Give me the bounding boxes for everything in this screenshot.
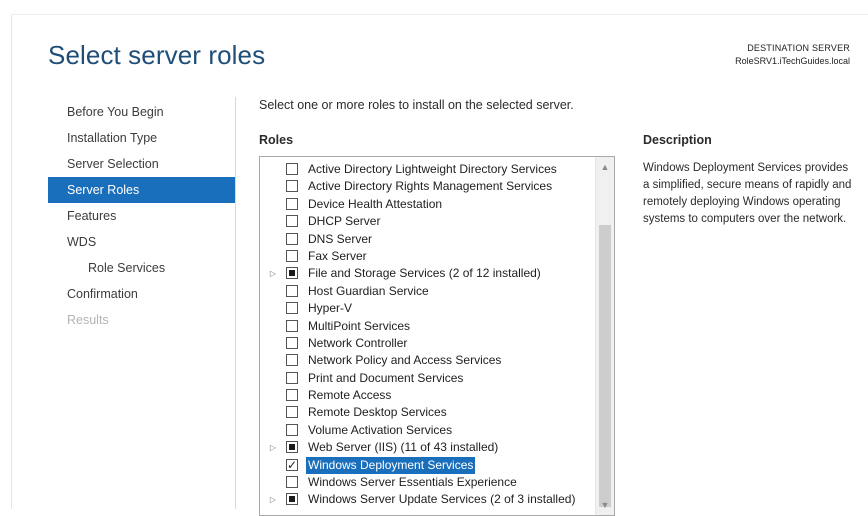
- role-label: Web Server (IIS) (11 of 43 installed): [308, 440, 499, 455]
- role-label: MultiPoint Services: [308, 318, 411, 333]
- role-row[interactable]: Network Policy and Access Services: [260, 352, 594, 369]
- role-label: Host Guardian Service: [308, 283, 429, 298]
- role-checkbox[interactable]: [286, 441, 298, 454]
- role-checkbox[interactable]: [286, 389, 298, 402]
- role-label: File and Storage Services (2 of 12 insta…: [308, 266, 541, 281]
- wizard-nav: Before You Begin Installation Type Server …: [48, 99, 235, 333]
- role-label: Remote Access: [308, 388, 392, 403]
- instruction-text: Select one or more roles to install on t…: [259, 98, 574, 112]
- window-top-border: [11, 14, 868, 15]
- nav-item-role-services[interactable]: Role Services: [48, 255, 235, 281]
- role-label: Hyper-V: [308, 301, 353, 316]
- nav-item-results: Results: [67, 313, 109, 327]
- checkmark-icon: ✓: [287, 457, 298, 472]
- role-row[interactable]: Volume Activation Services: [260, 422, 594, 439]
- nav-item-server-roles[interactable]: Server Roles: [48, 177, 235, 203]
- role-checkbox[interactable]: [286, 163, 298, 175]
- roles-listbox[interactable]: Active Directory Lightweight Directory S…: [259, 156, 615, 516]
- triangle-right-icon[interactable]: ▷: [268, 265, 278, 282]
- role-checkbox[interactable]: [286, 371, 298, 384]
- roles-list: Active Directory Lightweight Directory S…: [260, 161, 594, 509]
- role-row[interactable]: DHCP Server: [260, 213, 594, 230]
- destination-server-name: RoleSRV1.iTechGuides.local: [735, 56, 850, 66]
- role-row[interactable]: DNS Server: [260, 231, 594, 248]
- nav-item-server-selection[interactable]: Server Selection: [48, 151, 235, 177]
- role-checkbox[interactable]: [286, 197, 298, 210]
- role-checkbox[interactable]: ✓: [286, 457, 298, 472]
- role-checkbox[interactable]: [286, 476, 298, 489]
- destination-server-block: DESTINATION SERVER RoleSRV1.iTechGuides.…: [735, 42, 850, 68]
- role-row[interactable]: Device Health Attestation: [260, 196, 594, 213]
- nav-item-wds[interactable]: WDS: [48, 229, 235, 255]
- role-checkbox[interactable]: [286, 319, 298, 332]
- role-label: Windows Deployment Services: [306, 456, 476, 475]
- role-row[interactable]: Host Guardian Service: [260, 283, 594, 300]
- role-row[interactable]: Network Controller: [260, 335, 594, 352]
- role-checkbox[interactable]: [286, 302, 298, 315]
- role-row[interactable]: Windows Server Essentials Experience: [260, 474, 594, 491]
- window-left-border: [11, 14, 12, 509]
- role-checkbox[interactable]: [286, 423, 298, 436]
- nav-item-features[interactable]: Features: [48, 203, 235, 229]
- role-row[interactable]: Remote Desktop Services: [260, 404, 594, 421]
- role-label: Network Controller: [308, 335, 408, 350]
- role-checkbox[interactable]: [286, 336, 298, 349]
- description-text: Windows Deployment Services provides a s…: [643, 162, 852, 225]
- role-checkbox[interactable]: [286, 267, 298, 280]
- nav-divider: [235, 97, 236, 509]
- description-heading: Description: [643, 133, 712, 147]
- role-label: Active Directory Lightweight Directory S…: [308, 162, 557, 176]
- page-title: Select server roles: [48, 40, 266, 70]
- role-label: Print and Document Services: [308, 370, 464, 385]
- role-label: Fax Server: [308, 248, 367, 263]
- triangle-right-icon[interactable]: ▷: [268, 491, 278, 508]
- role-checkbox[interactable]: [286, 249, 298, 262]
- role-label: Volume Activation Services: [308, 422, 453, 437]
- role-label: Windows Server Essentials Experience: [308, 475, 517, 490]
- role-row[interactable]: Active Directory Lightweight Directory S…: [260, 161, 594, 178]
- destination-server-label: DESTINATION SERVER: [747, 43, 850, 53]
- role-row[interactable]: ✓ Windows Deployment Services: [260, 456, 594, 475]
- role-row[interactable]: ▷ File and Storage Services (2 of 12 inst…: [260, 265, 594, 282]
- role-checkbox[interactable]: [286, 354, 298, 367]
- role-row[interactable]: Active Directory Rights Management Servi…: [260, 178, 594, 195]
- role-row[interactable]: MultiPoint Services: [260, 318, 594, 335]
- role-label: DNS Server: [308, 231, 373, 246]
- role-checkbox[interactable]: [286, 215, 298, 228]
- nav-item-installation-type[interactable]: Installation Type: [48, 125, 235, 151]
- role-label: Remote Desktop Services: [308, 405, 447, 420]
- role-row[interactable]: ▷ Windows Server Update Services (2 of 3 …: [260, 491, 594, 508]
- roles-heading: Roles: [259, 133, 294, 147]
- triangle-right-icon[interactable]: ▷: [268, 439, 278, 456]
- role-label: Network Policy and Access Services: [308, 353, 502, 368]
- role-checkbox[interactable]: [286, 493, 298, 506]
- role-row[interactable]: ▷ Web Server (IIS) (11 of 43 installed): [260, 439, 594, 456]
- role-label: Active Directory Rights Management Servi…: [308, 179, 553, 194]
- role-row[interactable]: Fax Server: [260, 248, 594, 265]
- chevron-up-icon[interactable]: ▲: [596, 160, 614, 174]
- role-checkbox[interactable]: [286, 284, 298, 297]
- role-checkbox[interactable]: [286, 406, 298, 419]
- roles-scrollbar[interactable]: ▲ ▼: [595, 157, 614, 515]
- role-checkbox[interactable]: [286, 232, 298, 245]
- role-checkbox[interactable]: [286, 180, 298, 193]
- role-row[interactable]: Print and Document Services: [260, 370, 594, 387]
- role-label: DHCP Server: [308, 214, 381, 229]
- nav-item-confirmation[interactable]: Confirmation: [48, 281, 235, 307]
- role-row[interactable]: Remote Access: [260, 387, 594, 404]
- role-label: Windows Server Update Services (2 of 3 i…: [308, 492, 576, 507]
- chevron-down-icon[interactable]: ▼: [596, 498, 614, 512]
- role-label: Device Health Attestation: [308, 196, 443, 211]
- role-row[interactable]: Hyper-V: [260, 300, 594, 317]
- scrollbar-thumb[interactable]: [599, 225, 611, 507]
- nav-item-before-you-begin[interactable]: Before You Begin: [48, 99, 235, 125]
